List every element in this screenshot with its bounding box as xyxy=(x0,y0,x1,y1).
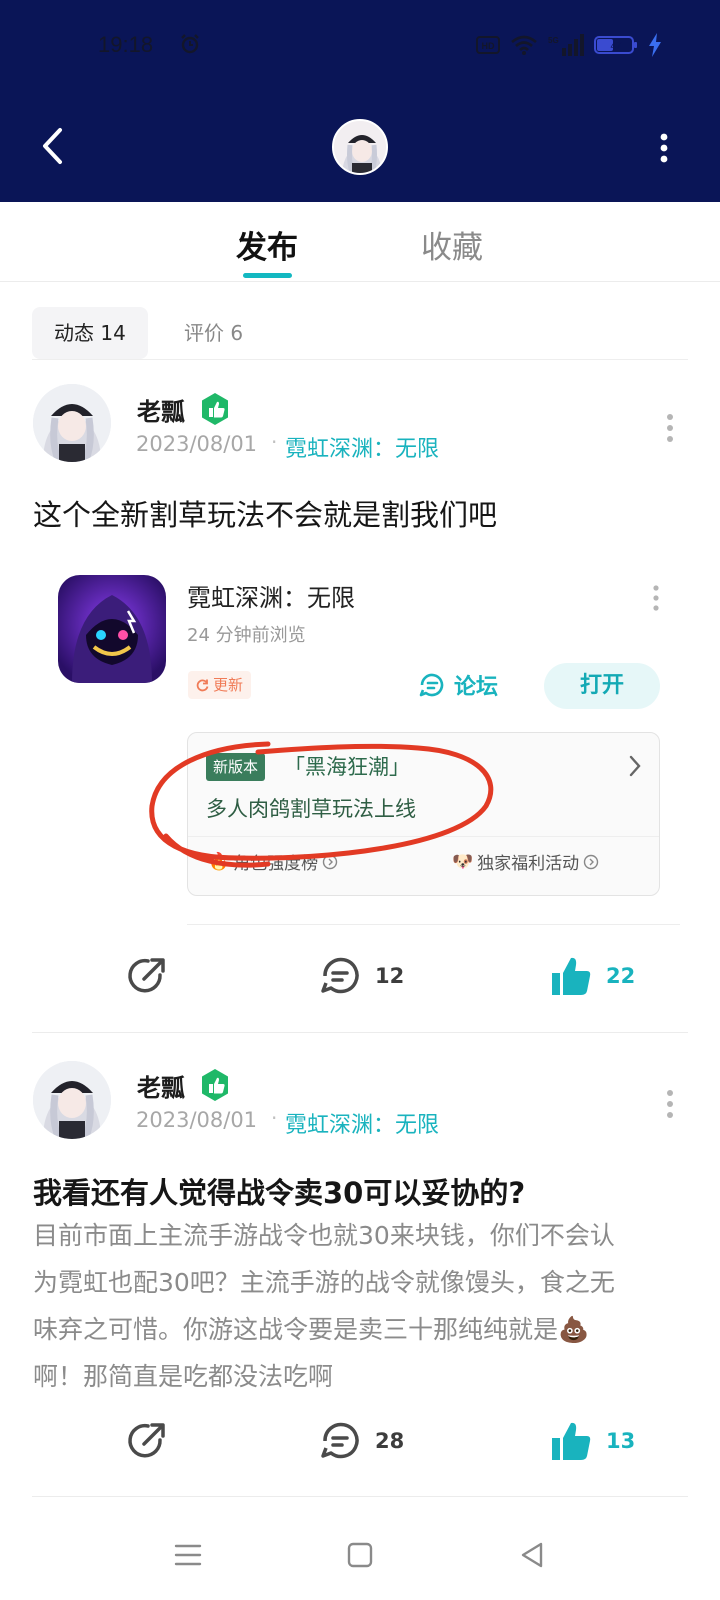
post-game-tag[interactable]: 霓虹深渊：无限 xyxy=(285,431,439,463)
wifi-icon xyxy=(511,35,537,55)
alarm-icon xyxy=(181,34,199,54)
post-body-line: 啊！那简直是吃都没法吃啊 xyxy=(33,1362,334,1391)
share-icon xyxy=(128,1423,165,1458)
like-button[interactable]: 22 xyxy=(550,955,635,997)
divider xyxy=(32,359,688,360)
active-tab-indicator xyxy=(243,273,292,278)
svg-text:5G: 5G xyxy=(548,36,559,45)
verified-badge-icon xyxy=(202,393,228,425)
back-triangle-icon[interactable] xyxy=(514,1537,550,1573)
username[interactable]: 老瓢 xyxy=(137,1068,185,1103)
fire-icon: 🔥 xyxy=(208,851,230,872)
chevron-right-icon xyxy=(629,755,641,777)
header-avatar[interactable] xyxy=(332,119,388,175)
post-date: 2023/08/01 xyxy=(136,1108,258,1132)
verified-badge-icon xyxy=(202,1069,228,1101)
tier-list-link[interactable]: 🔥 角色强度榜 xyxy=(208,849,338,874)
meta-separator: · xyxy=(271,430,278,454)
home-square-icon[interactable] xyxy=(342,1537,378,1573)
post-game-tag[interactable]: 霓虹深渊：无限 xyxy=(285,1107,439,1139)
status-bar: 19:18 HD 5G 47 xyxy=(0,0,720,92)
post-date: 2023/08/01 xyxy=(136,432,258,456)
forum-label: 论坛 xyxy=(454,675,499,700)
divider xyxy=(188,836,659,837)
more-options-icon[interactable] xyxy=(654,128,674,168)
like-button[interactable]: 13 xyxy=(550,1420,635,1462)
tab-favorites[interactable]: 收藏 xyxy=(421,222,483,267)
divider xyxy=(32,1496,688,1497)
back-button[interactable] xyxy=(38,126,68,166)
system-navigation-bar xyxy=(0,1510,720,1600)
comment-count: 12 xyxy=(375,964,405,988)
share-icon xyxy=(128,958,165,993)
avatar-image xyxy=(33,384,111,462)
version-promo-card[interactable]: 新版本 「黑海狂潮」 多人肉鸽割草玩法上线 🔥 角色强度榜 🐶 独家福利活动 xyxy=(187,732,660,896)
dog-icon: 🐶 xyxy=(452,851,474,872)
like-count: 22 xyxy=(606,964,636,988)
game-name[interactable]: 霓虹深渊：无限 xyxy=(187,578,355,613)
like-count: 13 xyxy=(606,1429,636,1453)
meta-separator: · xyxy=(271,1106,278,1130)
divider xyxy=(187,924,680,925)
forum-icon xyxy=(419,673,444,697)
post-body-line: 目前市面上主流手游战令也就30来块钱，你们不会认 xyxy=(33,1221,615,1250)
comment-icon xyxy=(321,957,359,994)
welfare-event-label: 独家福利活动 xyxy=(477,854,580,874)
user-avatar[interactable] xyxy=(33,384,111,462)
post-body-line: 味弃之可惜。你游这战令要是卖三十那纯纯就是💩 xyxy=(33,1315,590,1344)
update-badge: 更新 xyxy=(188,671,252,699)
comment-count: 28 xyxy=(375,1429,405,1453)
charging-icon xyxy=(649,33,661,57)
profile-header: 19:18 HD 5G 47 xyxy=(0,0,720,202)
update-label: 更新 xyxy=(213,676,244,694)
battery-icon: 47 xyxy=(594,36,637,54)
user-avatar[interactable] xyxy=(33,1061,111,1139)
svg-text:HD: HD xyxy=(482,41,495,51)
menu-icon[interactable] xyxy=(170,1537,206,1573)
avatar-image xyxy=(334,121,386,173)
card-more-icon[interactable] xyxy=(651,584,661,612)
comment-icon xyxy=(321,1422,359,1459)
circle-chevron-icon xyxy=(583,854,599,869)
hd-icon: HD xyxy=(476,36,500,54)
share-button[interactable] xyxy=(126,955,168,997)
post-more-icon[interactable] xyxy=(664,1088,676,1120)
comment-button[interactable]: 28 xyxy=(319,1420,404,1462)
avatar-image xyxy=(33,1061,111,1139)
refresh-icon xyxy=(196,679,209,692)
tier-list-label: 角色强度榜 xyxy=(233,854,319,874)
filter-reviews[interactable]: 评价 6 xyxy=(162,307,265,359)
svg-text:47: 47 xyxy=(610,41,622,52)
last-viewed: 24 分钟前浏览 xyxy=(187,625,306,646)
signal-icon: 5G xyxy=(548,34,584,56)
comment-button[interactable]: 12 xyxy=(319,955,404,997)
new-version-tag: 新版本 xyxy=(206,753,266,781)
post-body-line: 为霓虹也配30吧？主流手游的战令就像馒头，食之无 xyxy=(33,1268,615,1297)
post-title[interactable]: 这个全新割草玩法不会就是割我们吧 xyxy=(33,492,497,534)
username[interactable]: 老瓢 xyxy=(137,392,185,427)
divider xyxy=(32,1032,688,1033)
thumbs-up-icon xyxy=(552,957,591,995)
promo-event-name: 「黑海狂潮」 xyxy=(284,755,410,779)
status-indicators: HD 5G 47 xyxy=(476,32,662,58)
filter-posts[interactable]: 动态 14 xyxy=(32,307,148,359)
circle-chevron-icon xyxy=(322,854,338,869)
post-more-icon[interactable] xyxy=(664,412,676,444)
share-button[interactable] xyxy=(126,1420,168,1462)
post-title[interactable]: 我看还有人觉得战令卖30可以妥协的? xyxy=(33,1170,525,1212)
forum-button[interactable]: 论坛 xyxy=(418,665,498,705)
game-app-icon[interactable] xyxy=(58,575,166,683)
game-icon-art xyxy=(58,575,166,683)
status-time: 19:18 xyxy=(98,32,154,57)
post-body[interactable]: 目前市面上主流手游战令也就30来块钱，你们不会认 为霓虹也配30吧？主流手游的战… xyxy=(33,1212,693,1400)
open-app-button[interactable]: 打开 xyxy=(544,663,660,709)
welfare-event-link[interactable]: 🐶 独家福利活动 xyxy=(452,849,599,874)
promo-headline: 多人肉鸽割草玩法上线 xyxy=(206,797,416,821)
profile-tabs: 发布 收藏 xyxy=(0,202,720,282)
thumbs-up-icon xyxy=(552,1422,591,1460)
tab-publish[interactable]: 发布 xyxy=(236,222,298,267)
